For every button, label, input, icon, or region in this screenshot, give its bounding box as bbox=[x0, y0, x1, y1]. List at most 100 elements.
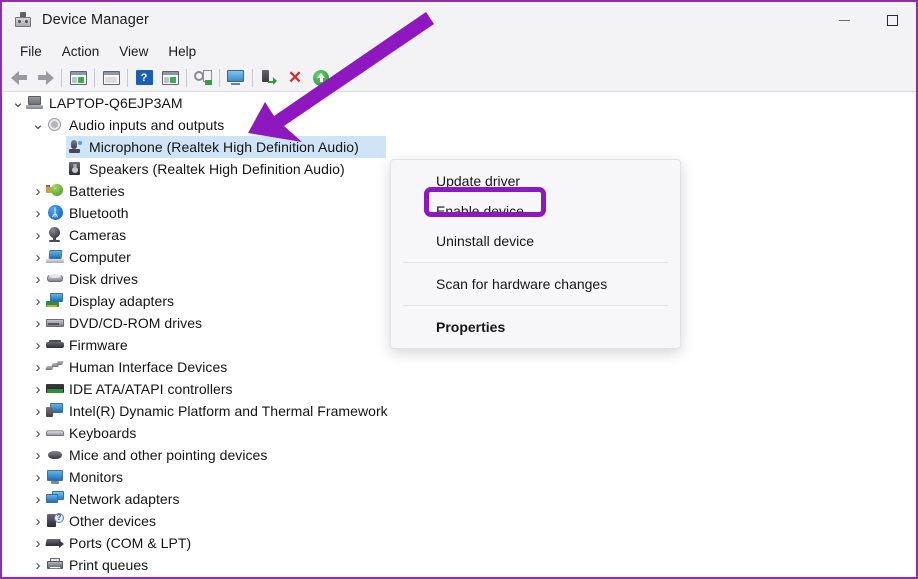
context-menu-item-update-driver[interactable]: Update driver bbox=[391, 166, 680, 196]
minimize-button[interactable] bbox=[820, 2, 868, 38]
tree-item-label: Human Interface Devices bbox=[69, 359, 227, 375]
disp-icon bbox=[46, 293, 64, 309]
chevron-right-icon[interactable]: › bbox=[30, 513, 46, 530]
scan-hardware-button[interactable] bbox=[223, 66, 249, 90]
tree-item-label: Mice and other pointing devices bbox=[69, 447, 267, 463]
maximize-button[interactable] bbox=[868, 2, 916, 38]
other-icon: ? bbox=[46, 513, 64, 529]
context-menu-item-scan-hardware[interactable]: Scan for hardware changes bbox=[391, 269, 680, 299]
back-button[interactable] bbox=[6, 66, 32, 90]
chevron-right-icon[interactable]: › bbox=[30, 535, 46, 552]
help-button[interactable]: ? bbox=[131, 66, 157, 90]
audio-icon bbox=[46, 117, 64, 133]
menu-view[interactable]: View bbox=[109, 41, 158, 62]
device-manager-window: Device Manager File Action View Help bbox=[0, 0, 918, 579]
chevron-right-icon[interactable]: › bbox=[30, 403, 46, 420]
toolbar-separator bbox=[219, 69, 220, 87]
fw-icon bbox=[46, 337, 64, 353]
context-menu-item-enable-device[interactable]: Enable device bbox=[391, 196, 680, 226]
menu-help[interactable]: Help bbox=[158, 41, 206, 62]
detail-window-icon bbox=[103, 71, 120, 85]
chevron-right-icon[interactable]: › bbox=[30, 271, 46, 288]
tree-item-monitors[interactable]: › Monitors bbox=[2, 466, 916, 488]
update-driver-icon bbox=[194, 70, 212, 85]
menu-bar: File Action View Help bbox=[2, 38, 916, 64]
uninstall-device-button[interactable]: ✕ bbox=[282, 66, 308, 90]
toolbar-separator bbox=[61, 69, 62, 87]
tree-item-label: LAPTOP-Q6EJP3AM bbox=[49, 95, 183, 111]
chevron-right-icon[interactable]: › bbox=[30, 337, 46, 354]
context-menu-item-properties[interactable]: Properties bbox=[391, 312, 680, 342]
update-driver-button[interactable] bbox=[190, 66, 216, 90]
tree-item-label: Intel(R) Dynamic Platform and Thermal Fr… bbox=[69, 403, 388, 419]
toolbar-separator bbox=[94, 69, 95, 87]
chevron-right-icon[interactable]: › bbox=[30, 469, 46, 486]
tree-item-label: Print queues bbox=[69, 557, 148, 573]
tree-item-label: Computer bbox=[69, 249, 131, 265]
tree-item-audio-inputs-and-outputs[interactable]: ⌄Audio inputs and outputs bbox=[2, 114, 916, 136]
chevron-right-icon[interactable]: › bbox=[30, 315, 46, 332]
chevron-down-icon[interactable]: ⌄ bbox=[30, 122, 46, 128]
disable-device-button[interactable] bbox=[256, 66, 282, 90]
context-menu-separator bbox=[403, 305, 668, 306]
tree-item-label: Keyboards bbox=[69, 425, 136, 441]
chevron-right-icon[interactable]: › bbox=[30, 205, 46, 222]
disable-device-icon bbox=[261, 70, 277, 85]
menu-action[interactable]: Action bbox=[52, 41, 110, 62]
tree-item-label: Microphone (Realtek High Definition Audi… bbox=[89, 139, 359, 155]
dvd-icon bbox=[46, 315, 64, 331]
chevron-right-icon[interactable]: › bbox=[30, 249, 46, 266]
print-icon bbox=[46, 557, 64, 573]
tree-item-label: Speakers (Realtek High Definition Audio) bbox=[89, 161, 345, 177]
enable-device-button[interactable] bbox=[308, 66, 334, 90]
toolbar-separator bbox=[127, 69, 128, 87]
device-list-button[interactable] bbox=[157, 66, 183, 90]
chevron-right-icon[interactable]: › bbox=[30, 227, 46, 244]
tree-item-intel-r-dynamic-platform-and-thermal-framework[interactable]: › Intel(R) Dynamic Platform and Thermal F… bbox=[2, 400, 916, 422]
chevron-right-icon[interactable]: › bbox=[30, 425, 46, 442]
forward-arrow-icon bbox=[37, 71, 54, 85]
lap-icon bbox=[46, 249, 64, 265]
context-menu-item-uninstall-device[interactable]: Uninstall device bbox=[391, 226, 680, 256]
mouse-icon bbox=[46, 447, 64, 463]
window-controls bbox=[820, 2, 916, 38]
tree-item-human-interface-devices[interactable]: › Human Interface Devices bbox=[2, 356, 916, 378]
tree-item-label: Network adapters bbox=[69, 491, 180, 507]
chevron-right-icon[interactable]: › bbox=[30, 447, 46, 464]
toolbar-separator bbox=[186, 69, 187, 87]
help-question-icon: ? bbox=[136, 70, 153, 85]
tree-item-ports-com-lpt[interactable]: ›Ports (COM & LPT) bbox=[2, 532, 916, 554]
tree-item-label: Firmware bbox=[69, 337, 128, 353]
tree-item-network-adapters[interactable]: › Network adapters bbox=[2, 488, 916, 510]
properties-window-icon bbox=[70, 71, 87, 85]
tree-item-mice-and-other-pointing-devices[interactable]: › Mice and other pointing devices bbox=[2, 444, 916, 466]
kb-icon bbox=[46, 425, 64, 441]
intel-icon bbox=[46, 403, 64, 419]
tree-item-ide-ata-atapi-controllers[interactable]: ›IDE ATA/ATAPI controllers bbox=[2, 378, 916, 400]
chevron-right-icon[interactable]: › bbox=[30, 183, 46, 200]
chevron-right-icon[interactable]: › bbox=[30, 359, 46, 376]
ide-icon bbox=[46, 381, 64, 397]
tree-item-label: Monitors bbox=[69, 469, 123, 485]
chevron-right-icon[interactable]: › bbox=[30, 557, 46, 574]
properties-button[interactable] bbox=[65, 66, 91, 90]
show-hidden-button[interactable] bbox=[98, 66, 124, 90]
forward-button[interactable] bbox=[32, 66, 58, 90]
tree-item-microphone-realtek-high-definition-audio[interactable]: Microphone (Realtek High Definition Audi… bbox=[2, 136, 916, 158]
chevron-right-icon[interactable]: › bbox=[30, 491, 46, 508]
monitor-scan-icon bbox=[227, 70, 245, 85]
spk-icon bbox=[66, 161, 84, 177]
chevron-down-icon[interactable]: ⌄ bbox=[10, 100, 26, 106]
device-list-icon bbox=[162, 71, 179, 85]
menu-file[interactable]: File bbox=[10, 41, 52, 62]
context-menu[interactable]: Update driver Enable device Uninstall de… bbox=[390, 159, 681, 349]
tree-item-laptop-q6ejp3am[interactable]: ⌄ LAPTOP-Q6EJP3AM bbox=[2, 92, 916, 114]
tree-item-keyboards[interactable]: › Keyboards bbox=[2, 422, 916, 444]
tree-item-print-queues[interactable]: › Print queues bbox=[2, 554, 916, 576]
tree-item-other-devices[interactable]: ›?Other devices bbox=[2, 510, 916, 532]
chevron-right-icon[interactable]: › bbox=[30, 293, 46, 310]
device-manager-icon bbox=[14, 11, 32, 29]
bt-icon: ᛦ bbox=[46, 205, 64, 221]
green-up-arrow-icon bbox=[313, 70, 329, 86]
chevron-right-icon[interactable]: › bbox=[30, 381, 46, 398]
